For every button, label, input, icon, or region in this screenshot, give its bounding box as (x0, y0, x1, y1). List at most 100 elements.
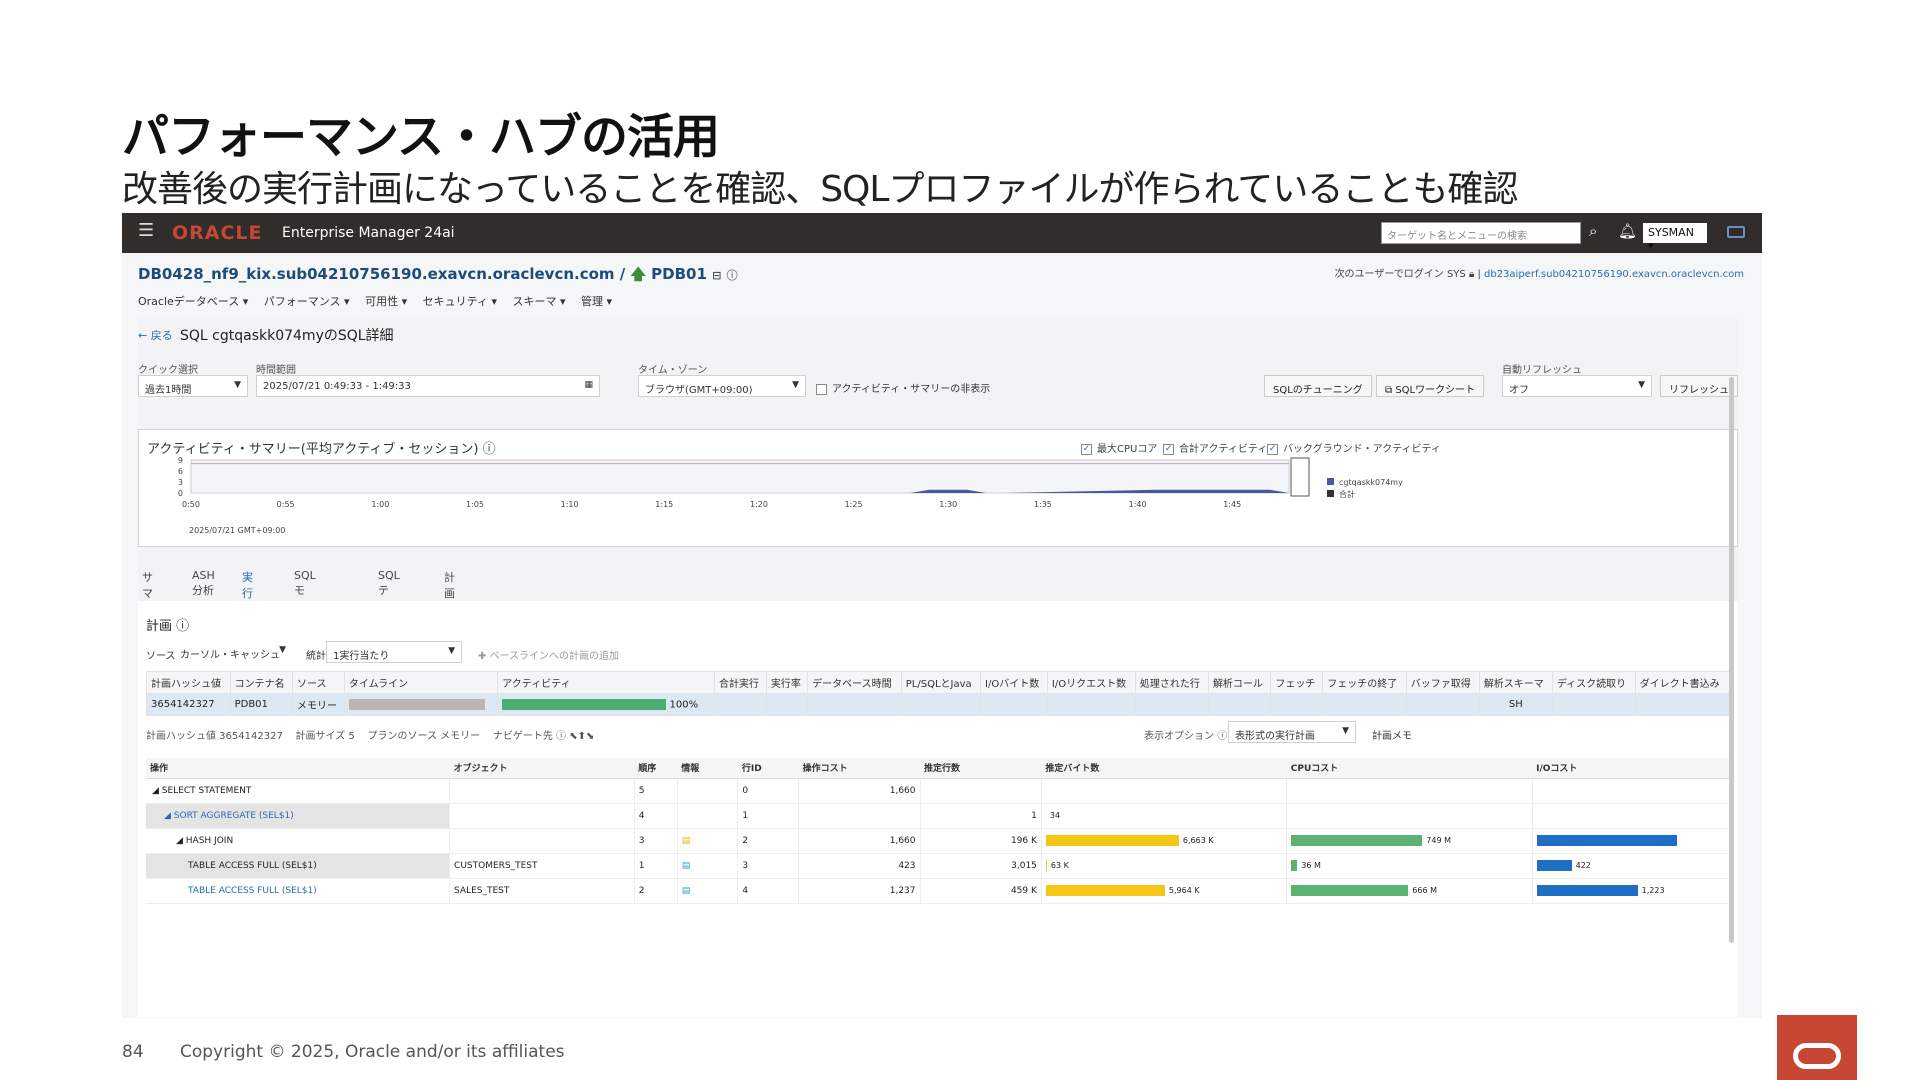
cell-activity: 100% (497, 693, 715, 716)
copyright: Copyright © 2025, Oracle and/or its affi… (180, 1042, 565, 1062)
refresh-button[interactable]: リフレッシュ (1660, 375, 1738, 397)
navigate-up-icon[interactable]: ⬉⬆⬊ (569, 731, 594, 742)
menu-oracle-db[interactable]: Oracleデータベース ▾ (138, 295, 248, 308)
dropdown-icon[interactable]: ⊟ (712, 269, 721, 282)
timezone-label: タイム・ゾーン (638, 365, 708, 376)
sql-tuning-button[interactable]: SQLのチューニング (1264, 375, 1372, 397)
metrics-col-header[interactable]: バッファ取得 (1405, 671, 1480, 694)
back-link[interactable]: ← 戻る (138, 327, 173, 343)
metrics-col-header[interactable]: フェッチ (1270, 671, 1324, 694)
plan-col-header[interactable]: 順序 (634, 758, 678, 779)
metrics-col-header[interactable]: I/Oバイト数 (980, 671, 1048, 694)
metrics-col-header[interactable]: フェッチの終了 (1322, 671, 1407, 694)
plan-row[interactable]: ◢ HASH JOIN 3 ▤ 2 1,660 196 K 6,663 K 749 M (146, 828, 1731, 854)
hamburger-menu-icon[interactable]: ☰ (138, 222, 154, 240)
cell-object (449, 828, 635, 854)
metrics-table: 計画ハッシュ値 コンテナ名 ソース タイムライン アクティビティ 合計実行 実行率 データベー… (146, 671, 1731, 716)
add-baseline-button[interactable]: ✚ ベースラインへの計画の追加 (478, 647, 619, 662)
x-tick-label: 1:10 (561, 500, 579, 509)
timezone-select[interactable]: ブラウザ(GMT+09:00) ▼ (638, 375, 806, 397)
cell-cpu (1286, 778, 1533, 804)
slide-subtitle: 改善後の実行計画になっていることを確認、SQLプロファイルが作られていることも確… (122, 169, 1518, 210)
host-link[interactable]: db23aiperf.sub04210756190.exavcn.oraclev… (1484, 269, 1744, 280)
metrics-col-header[interactable]: タイムライン (343, 671, 499, 694)
metrics-col-header[interactable]: コンテナ名 (229, 671, 294, 694)
menu-bar: Oracleデータベース ▾ パフォーマンス ▾ 可用性 ▾ セキュリティ ▾ … (138, 293, 624, 309)
cell-rowid: 1 (737, 803, 800, 829)
metrics-col-header[interactable]: 解析スキーマ (1478, 671, 1553, 694)
cell-operation[interactable]: TABLE ACCESS FULL (SEL$1) (146, 853, 451, 879)
cell-bytes-label: 6,663 K (1182, 836, 1214, 845)
search-input[interactable]: ターゲット名とメニューの検索 (1381, 222, 1581, 244)
oracle-corner-logo (1777, 1015, 1857, 1080)
metrics-col-header[interactable]: I/Oリクエスト数 (1046, 671, 1136, 694)
info-icon: ⓘ (556, 731, 567, 742)
time-range-label: 時間範囲 (256, 365, 296, 376)
breadcrumb-db[interactable]: DB0428_nf9_kix.sub04210756190.exavcn.ora… (138, 265, 625, 283)
scrollbar[interactable] (1729, 377, 1734, 943)
menu-performance[interactable]: パフォーマンス ▾ (264, 295, 350, 308)
menu-admin[interactable]: 管理 ▾ (581, 295, 612, 308)
cell-cpu-bar (1291, 835, 1423, 846)
cell-cost (798, 803, 921, 829)
metrics-col-header[interactable]: ソース (292, 671, 345, 694)
plan-row[interactable]: TABLE ACCESS FULL (SEL$1) CUSTOMERS_TEST 1… (146, 853, 1731, 879)
cell-bytes-bar (1045, 860, 1047, 871)
cell-cpu-bar (1291, 860, 1298, 871)
menu-schema[interactable]: スキーマ ▾ (512, 295, 565, 308)
y-tick-label: 3 (178, 478, 183, 487)
cell-operation[interactable]: ◢ SELECT STATEMENT (146, 778, 451, 804)
plan-col-header[interactable]: オブジェクト (449, 758, 635, 779)
plan-col-header[interactable]: 操作 (146, 758, 450, 779)
cell-bytes-bar (1045, 885, 1165, 896)
cell-operation[interactable]: TABLE ACCESS FULL (SEL$1) (146, 878, 451, 904)
metrics-col-header[interactable]: ディスク読取り (1551, 671, 1636, 694)
plan-row[interactable]: ◢ SELECT STATEMENT 5 0 1,660 (146, 778, 1731, 804)
plan-col-header[interactable]: CPUコスト (1286, 758, 1533, 779)
menu-availability[interactable]: 可用性 ▾ (365, 295, 407, 308)
cell-info: ▤ (677, 853, 739, 879)
tab-ash[interactable]: ASH分析 (188, 563, 219, 604)
cell-object: CUSTOMERS_TEST (449, 853, 635, 879)
bell-icon[interactable]: 🔔︎ (1618, 222, 1637, 240)
stat-select[interactable]: 1実行当たり ▼ (326, 641, 462, 663)
metrics-col-header[interactable]: データベース時間 (807, 671, 902, 694)
plan-col-header[interactable]: 推定行数 (920, 758, 1042, 779)
plan-col-header[interactable]: 行ID (737, 758, 799, 779)
display-option-select[interactable]: 表形式の実行計画 ▼ (1228, 721, 1356, 743)
user-menu[interactable]: SYSMAN ▾ (1643, 223, 1707, 252)
metrics-row[interactable]: 3654142327 PDB01 メモリー 100% SH (146, 693, 1731, 716)
keyboard-icon[interactable] (1727, 226, 1745, 238)
metrics-col-header[interactable]: 合計実行 (714, 671, 767, 694)
metrics-col-header[interactable]: 計画ハッシュ値 (146, 671, 231, 694)
sql-worksheet-button[interactable]: ⧉ SQLワークシート (1376, 375, 1485, 397)
x-tick-label: 1:05 (466, 500, 484, 509)
source-select[interactable]: カーソル・キャッシュ ▼ (174, 641, 292, 663)
metrics-col-header[interactable]: PL/SQLとJava (900, 671, 982, 694)
breadcrumb-pdb[interactable]: PDB01 (651, 265, 707, 283)
metrics-col-header[interactable]: 実行率 (765, 671, 809, 694)
info-source: プランのソース メモリー (367, 731, 481, 742)
cell-operation[interactable]: ◢ SORT AGGREGATE (SEL$1) (146, 803, 451, 829)
plan-row[interactable]: TABLE ACCESS FULL (SEL$1) SALES_TEST 2 ▤ 4 1,… (146, 878, 1731, 904)
plan-col-header[interactable]: I/Oコスト (1532, 758, 1730, 779)
info-icon[interactable]: ⓘ (727, 269, 738, 282)
metrics-col-header[interactable]: ダイレクト書込み (1634, 671, 1731, 694)
plan-memo-button[interactable]: 計画メモ (1372, 727, 1412, 742)
metrics-col-header[interactable]: アクティビティ (497, 671, 715, 694)
search-icon[interactable]: ⌕ (1589, 222, 1597, 240)
plan-row[interactable]: ◢ SORT AGGREGATE (SEL$1) 4 1 1 34 (146, 803, 1731, 829)
metrics-col-header[interactable]: 処理された行 (1134, 671, 1209, 694)
cell-operation[interactable]: ◢ HASH JOIN (146, 828, 451, 854)
time-range-input[interactable]: 2025/07/21 0:49:33 - 1:49:33 ▦ (256, 375, 600, 397)
metrics-col-header[interactable]: 解析コール (1207, 671, 1272, 694)
quick-select[interactable]: 過去1時間 ▼ (138, 375, 248, 397)
plan-col-header[interactable]: 情報 (677, 758, 738, 779)
plan-col-header[interactable]: 操作コスト (798, 758, 920, 779)
login-text: 次のユーザーでログイン SYS (1334, 269, 1466, 280)
display-option-label: 表示オプション ⓘ (1144, 731, 1228, 742)
hide-summary-checkbox[interactable]: アクティビティ・サマリーの非表示 (816, 380, 990, 395)
auto-refresh-select[interactable]: オフ ▼ (1502, 375, 1652, 397)
plan-col-header[interactable]: 推定バイト数 (1041, 758, 1287, 779)
menu-security[interactable]: セキュリティ ▾ (423, 295, 497, 308)
